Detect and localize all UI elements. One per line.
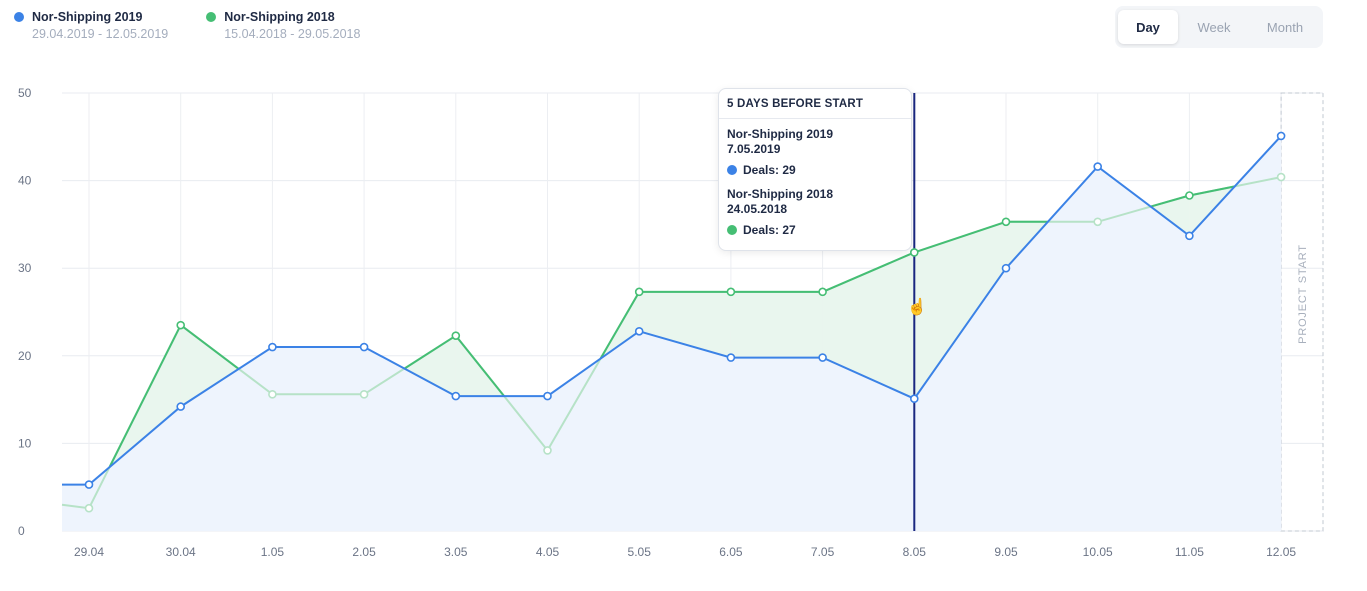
- x-tick-label: 1.05: [261, 545, 285, 559]
- chart-tooltip: 5 DAYS BEFORE START Nor-Shipping 2019 7.…: [718, 88, 912, 251]
- x-tick-label: 2.05: [352, 545, 376, 559]
- point-2019: [726, 353, 736, 362]
- point-2019: [176, 402, 185, 411]
- point-2019: [359, 342, 369, 352]
- x-tick-label: 12.05: [1266, 545, 1296, 559]
- x-tick-label: 8.05: [903, 545, 927, 559]
- x-tick-label: 29.04: [74, 545, 104, 559]
- x-tick-label: 11.05: [1175, 545, 1204, 559]
- point-2019: [543, 391, 552, 401]
- tooltip-deals: Deals: 29: [743, 163, 796, 177]
- hand-pointer-icon: ☝: [907, 299, 927, 316]
- tooltip-dot-2018: [727, 225, 737, 235]
- tooltip-date: 7.05.2019: [727, 142, 781, 156]
- tooltip-deals: Deals: 27: [743, 223, 796, 237]
- point-2019: [1093, 162, 1102, 171]
- point-2018: [451, 331, 461, 340]
- area-2018-above: [730, 291, 823, 358]
- point-2018: [176, 320, 185, 330]
- point-2019: [84, 480, 94, 489]
- point-2019: [451, 391, 461, 401]
- y-tick-label: 40: [18, 174, 32, 188]
- point-2019: [634, 326, 644, 336]
- point-2018: [1001, 217, 1011, 227]
- tooltip-series-name: Nor-Shipping 2019: [727, 127, 834, 141]
- y-tick-label: 50: [18, 86, 32, 100]
- x-tick-label: 30.04: [166, 545, 196, 559]
- y-tick-label: 10: [18, 436, 32, 450]
- y-tick-label: 0: [18, 524, 25, 538]
- tooltip-series-name: Nor-Shipping 2018: [727, 187, 834, 201]
- x-tick-label: 6.05: [719, 545, 743, 559]
- point-2018: [726, 287, 736, 297]
- point-2018: [268, 390, 277, 399]
- point-2018: [1276, 172, 1286, 182]
- project-start-label: PROJECT START: [1297, 244, 1309, 344]
- point-2018: [1093, 217, 1102, 227]
- point-2019: [1276, 131, 1286, 141]
- point-2018: [84, 503, 94, 513]
- tooltip-entry-2018: Nor-Shipping 2018 24.05.2018 Deals: 27: [719, 177, 911, 237]
- tooltip-entry-2019: Nor-Shipping 2019 7.05.2019 Deals: 29: [719, 119, 911, 177]
- point-2019: [1001, 263, 1011, 273]
- x-tick-label: 9.05: [994, 545, 1018, 559]
- tooltip-title: 5 DAYS BEFORE START: [719, 89, 911, 119]
- tooltip-date: 24.05.2018: [727, 202, 788, 216]
- y-tick-label: 20: [18, 349, 32, 363]
- point-2019: [909, 394, 919, 404]
- point-2018: [818, 287, 827, 297]
- tooltip-dot-2019: [727, 165, 737, 175]
- x-tick-label: 5.05: [628, 545, 652, 559]
- line-chart: 0 10 20 30 40 50 29.04 30.04 1.05 2.05 3.05 4.05 5.0…: [18, 86, 1324, 559]
- point-2019: [268, 342, 277, 352]
- y-tick-label: 30: [18, 261, 32, 275]
- point-2018: [359, 390, 369, 399]
- point-2019: [1185, 231, 1194, 241]
- x-tick-label: 7.05: [811, 545, 835, 559]
- point-2018: [1185, 191, 1194, 200]
- point-2018: [543, 446, 552, 455]
- x-tick-label: 10.05: [1083, 545, 1113, 559]
- point-2018: [634, 287, 644, 297]
- point-2019: [818, 353, 827, 362]
- point-2018: [909, 248, 919, 257]
- x-tick-label: 4.05: [536, 545, 560, 559]
- x-tick-label: 3.05: [444, 545, 468, 559]
